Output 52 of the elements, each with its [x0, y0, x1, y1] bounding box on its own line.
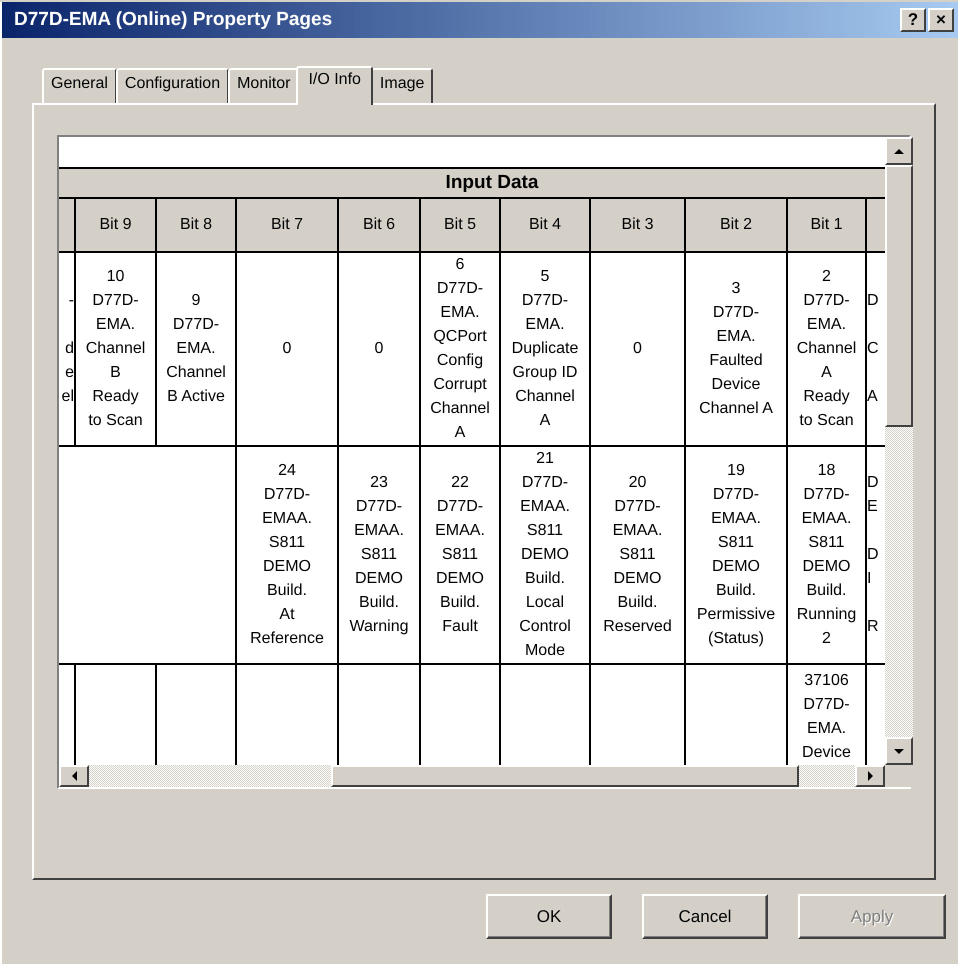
tab[interactable]: Image [370, 68, 434, 103]
group-heading: Input Data [59, 169, 885, 197]
dialog-button[interactable]: Cancel [642, 894, 768, 939]
table-cell: 21 D77D- EMAA. S811 DEMO Build. Local Control Mode [501, 447, 589, 663]
table-cell: D E D I R [867, 447, 885, 663]
table-cell: 24 D77D- EMAA. S811 DEMO Build. At Reference [237, 447, 337, 663]
column-header[interactable]: Bit 4 [501, 199, 589, 251]
table-cell: 19 D77D- EMAA. S811 DEMO Build. Permissive (Status) [686, 447, 786, 663]
up-triangle-icon [894, 148, 904, 154]
left-triangle-icon [72, 771, 76, 781]
right-triangle-icon [868, 771, 872, 781]
scrollbar-corner [885, 765, 913, 787]
close-button[interactable]: × [928, 8, 954, 32]
table-cell: 3 D77D- EMA. Faulted Device Channel A [686, 253, 786, 445]
scroll-left-button[interactable] [59, 765, 89, 787]
scroll-up-button[interactable] [885, 137, 913, 165]
table-cell: 6 D77D- EMA. QCPort Config Corrupt Channel A [421, 253, 499, 445]
table-cell: 22 D77D- EMAA. S811 DEMO Build. Fault [421, 447, 499, 663]
column-header[interactable]: Bit 2 [686, 199, 786, 251]
window-title: D77D-EMA (Online) Property Pages [14, 9, 334, 31]
dialog-button[interactable]: OK [486, 894, 612, 939]
scroll-right-button[interactable] [855, 765, 885, 787]
table-cell: 0 [339, 253, 419, 445]
table-cell: 0 [591, 253, 684, 445]
table-cell: 2 D77D- EMA. Channel A Ready to Scan [788, 253, 865, 445]
table-cell: 9 D77D- EMA. Channel B Active [157, 253, 235, 445]
column-header[interactable]: Bit 8 [157, 199, 235, 251]
scrollbar-thumb[interactable] [331, 765, 799, 787]
tab[interactable]: Configuration [116, 68, 230, 103]
table-cell: 0 [237, 253, 337, 445]
tab[interactable]: I/O Info [296, 66, 373, 105]
table-cell: D C A [867, 253, 885, 445]
column-header[interactable]: Bit 6 [339, 199, 419, 251]
column-header[interactable]: Bit 1 [788, 199, 865, 251]
table-cell: 20 D77D- EMAA. S811 DEMO Build. Reserved [591, 447, 684, 663]
vertical-scrollbar[interactable] [885, 137, 913, 765]
table-cell: 37106 D77D- EMA. Device [788, 665, 865, 765]
column-header[interactable]: Bit 5 [421, 199, 499, 251]
scrollbar-thumb[interactable] [885, 165, 913, 427]
help-button[interactable]: ? [900, 8, 926, 32]
table-cell: 5 D77D- EMA. Duplicate Group ID Channel A [501, 253, 589, 445]
table-cell: 10 D77D- EMA. Channel B Ready to Scan [76, 253, 155, 445]
table-cell: - d e el [59, 253, 74, 445]
table-cell: 23 D77D- EMAA. S811 DEMO Build. Warning [339, 447, 419, 663]
scroll-down-button[interactable] [885, 737, 913, 765]
column-header[interactable]: Bit 3 [591, 199, 684, 251]
horizontal-scrollbar[interactable] [59, 765, 885, 787]
column-header[interactable]: Bit 9 [76, 199, 155, 251]
table-cell: 18 D77D- EMAA. S811 DEMO Build. Running 2 [788, 447, 865, 663]
down-triangle-icon [894, 748, 904, 754]
column-header[interactable]: Bit 7 [237, 199, 337, 251]
tab[interactable]: General [42, 68, 117, 103]
